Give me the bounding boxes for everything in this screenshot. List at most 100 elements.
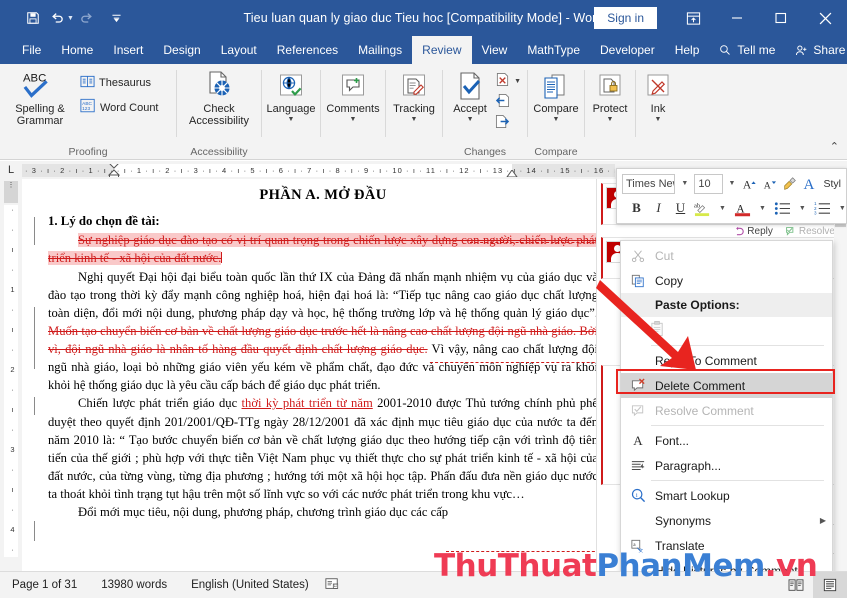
read-mode-button[interactable] bbox=[779, 572, 813, 598]
document-page[interactable]: PHẦN A. MỞ ĐẦU 1. Lý do chọn đề tài: Sự … bbox=[22, 179, 622, 571]
check-accessibility-icon bbox=[202, 69, 236, 103]
text-highlight-color-button[interactable]: ab bbox=[694, 199, 711, 218]
thesaurus-button[interactable]: Thesaurus bbox=[76, 71, 163, 95]
numbering-button[interactable]: 123 bbox=[814, 199, 831, 218]
tab-file[interactable]: File bbox=[12, 36, 51, 64]
styles-button[interactable]: A bbox=[803, 174, 820, 193]
context-menu-item-synonyms[interactable]: Synonyms ▶ bbox=[621, 508, 832, 533]
chevron-down-icon[interactable]: ▼ bbox=[655, 116, 662, 123]
word-count-indicator[interactable]: 13980 words bbox=[89, 579, 179, 591]
highlight-dropdown-icon[interactable]: ▼ bbox=[716, 205, 729, 212]
language-indicator[interactable]: English (United States) bbox=[179, 579, 321, 591]
indent-markers-icon[interactable] bbox=[108, 163, 120, 177]
spelling-grammar-button[interactable]: ABC Spelling & Grammar bbox=[4, 67, 76, 130]
word-count-button[interactable]: ABC 123 Word Count bbox=[76, 95, 163, 120]
next-change-button[interactable] bbox=[493, 113, 523, 133]
font-name-input[interactable]: Times New R( bbox=[622, 173, 676, 194]
window-controls: Sign in bbox=[594, 0, 847, 36]
language-button[interactable]: Language ▼ bbox=[266, 67, 316, 125]
context-menu-item-resolve-comment[interactable]: Resolve Comment bbox=[621, 398, 832, 423]
ribbon-display-options-icon[interactable] bbox=[671, 0, 715, 36]
tab-stop-selector-icon[interactable]: L bbox=[0, 161, 22, 179]
chevron-down-icon[interactable]: ▼ bbox=[411, 116, 418, 123]
ink-button[interactable]: Ink ▼ bbox=[635, 67, 681, 125]
resolve-button[interactable]: Resolve bbox=[785, 226, 835, 237]
chevron-down-icon[interactable]: ▼ bbox=[553, 116, 560, 123]
shrink-font-button[interactable]: A bbox=[761, 174, 778, 193]
tab-view[interactable]: View bbox=[472, 36, 518, 64]
right-indent-marker-icon[interactable] bbox=[506, 169, 518, 177]
change-bar bbox=[34, 521, 35, 541]
undo-dropdown-icon[interactable]: ▼ bbox=[67, 15, 74, 22]
bullets-button[interactable] bbox=[774, 199, 791, 218]
tab-review[interactable]: Review bbox=[412, 36, 472, 64]
sign-in-button[interactable]: Sign in bbox=[594, 7, 657, 29]
font-size-input[interactable]: 10 bbox=[694, 173, 723, 194]
close-button[interactable] bbox=[803, 0, 847, 36]
context-menu-item-paragraph[interactable]: Paragraph... bbox=[621, 453, 832, 478]
context-menu-label: Paragraph... bbox=[655, 458, 722, 473]
tracking-button[interactable]: Tracking ▼ bbox=[390, 67, 438, 125]
share-button[interactable]: Share bbox=[785, 36, 847, 64]
language-label: Language bbox=[266, 103, 316, 115]
comments-button[interactable]: Comments ▼ bbox=[325, 67, 381, 125]
tab-layout[interactable]: Layout bbox=[211, 36, 267, 64]
tab-help[interactable]: Help bbox=[665, 36, 710, 64]
context-menu-item-smart-lookup[interactable]: i Smart Lookup bbox=[621, 483, 832, 508]
context-menu-item-font[interactable]: A Font... bbox=[621, 428, 832, 453]
deleted-text-paragraph[interactable]: Sự nghiệp giáo dục đào tạo có vị trí qua… bbox=[48, 231, 598, 267]
document-paragraph-2[interactable]: Nghị quyết Đại hội đại biểu toàn quốc lầ… bbox=[48, 268, 598, 395]
context-menu-item-translate[interactable]: a文 Translate bbox=[621, 533, 832, 558]
chevron-down-icon[interactable]: ▼ bbox=[288, 116, 295, 123]
tab-developer[interactable]: Developer bbox=[590, 36, 665, 64]
protect-button[interactable]: Protect ▼ bbox=[587, 67, 633, 125]
redo-icon[interactable] bbox=[76, 7, 98, 29]
font-name-dropdown-icon[interactable]: ▼ bbox=[678, 180, 691, 187]
document-paragraph-4[interactable]: Đổi mới mục tiêu, nội dung, phương pháp,… bbox=[48, 503, 598, 521]
check-accessibility-button[interactable]: Check Accessibility bbox=[181, 67, 257, 130]
chevron-down-icon[interactable]: ▼ bbox=[350, 116, 357, 123]
mini-formatting-toolbar[interactable]: Times New R( ▼ 10 ▼ A A A Styl B I U ab bbox=[616, 168, 847, 224]
compare-button[interactable]: Compare ▼ bbox=[532, 67, 580, 125]
print-layout-button[interactable] bbox=[813, 571, 847, 598]
vertical-ruler[interactable]: ⋮ · · ı · 1 · ı · 2 · ı · 3 · ı · 4 · ı … bbox=[0, 179, 22, 571]
page-indicator[interactable]: Page 1 of 31 bbox=[0, 579, 89, 591]
tab-mailings[interactable]: Mailings bbox=[348, 36, 412, 64]
reply-button[interactable]: Reply bbox=[733, 226, 773, 237]
italic-button[interactable]: I bbox=[650, 199, 667, 218]
save-icon[interactable] bbox=[22, 7, 44, 29]
proofing-status-icon[interactable] bbox=[321, 577, 343, 594]
document-paragraph-3[interactable]: Chiến lược phát triển giáo dục thời kỳ p… bbox=[48, 394, 598, 503]
accept-button[interactable]: Accept ▼ bbox=[447, 67, 493, 125]
translate-icon: a文 bbox=[627, 539, 649, 553]
tab-mathtype[interactable]: MathType bbox=[517, 36, 590, 64]
collapse-ribbon-button[interactable]: ⌃ bbox=[830, 140, 839, 153]
tab-home[interactable]: Home bbox=[51, 36, 103, 64]
font-color-dropdown-icon[interactable]: ▼ bbox=[756, 205, 769, 212]
reject-button[interactable]: ▼ bbox=[493, 71, 523, 91]
chevron-down-icon[interactable]: ▼ bbox=[514, 78, 521, 85]
grow-font-button[interactable]: A bbox=[741, 174, 758, 193]
bold-button[interactable]: B bbox=[628, 199, 645, 218]
undo-icon[interactable] bbox=[46, 7, 68, 29]
tab-references[interactable]: References bbox=[267, 36, 348, 64]
quick-access-toolbar: ▼ bbox=[0, 7, 128, 29]
maximize-button[interactable] bbox=[759, 0, 803, 36]
format-painter-button[interactable] bbox=[781, 174, 798, 193]
vertical-scrollbar[interactable] bbox=[834, 179, 847, 571]
minimize-button[interactable] bbox=[715, 0, 759, 36]
ruler-track[interactable]: · 3 · ı · 2 · ı · 1 · ı · · ı · 1 · ı · … bbox=[22, 163, 615, 177]
previous-change-button[interactable] bbox=[493, 92, 523, 112]
font-size-dropdown-icon[interactable]: ▼ bbox=[726, 180, 739, 187]
tab-insert[interactable]: Insert bbox=[103, 36, 153, 64]
chevron-down-icon[interactable]: ▼ bbox=[467, 116, 474, 123]
font-color-button[interactable]: A bbox=[734, 199, 751, 218]
context-menu-item-cut[interactable]: Cut bbox=[621, 243, 832, 268]
customize-qat-icon[interactable] bbox=[106, 7, 128, 29]
chevron-down-icon[interactable]: ▼ bbox=[607, 116, 614, 123]
underline-button[interactable]: U bbox=[672, 199, 689, 218]
tab-design[interactable]: Design bbox=[153, 36, 210, 64]
numbering-dropdown-icon[interactable]: ▼ bbox=[836, 205, 847, 212]
tell-me-button[interactable]: Tell me bbox=[709, 36, 785, 64]
bullets-dropdown-icon[interactable]: ▼ bbox=[796, 205, 809, 212]
